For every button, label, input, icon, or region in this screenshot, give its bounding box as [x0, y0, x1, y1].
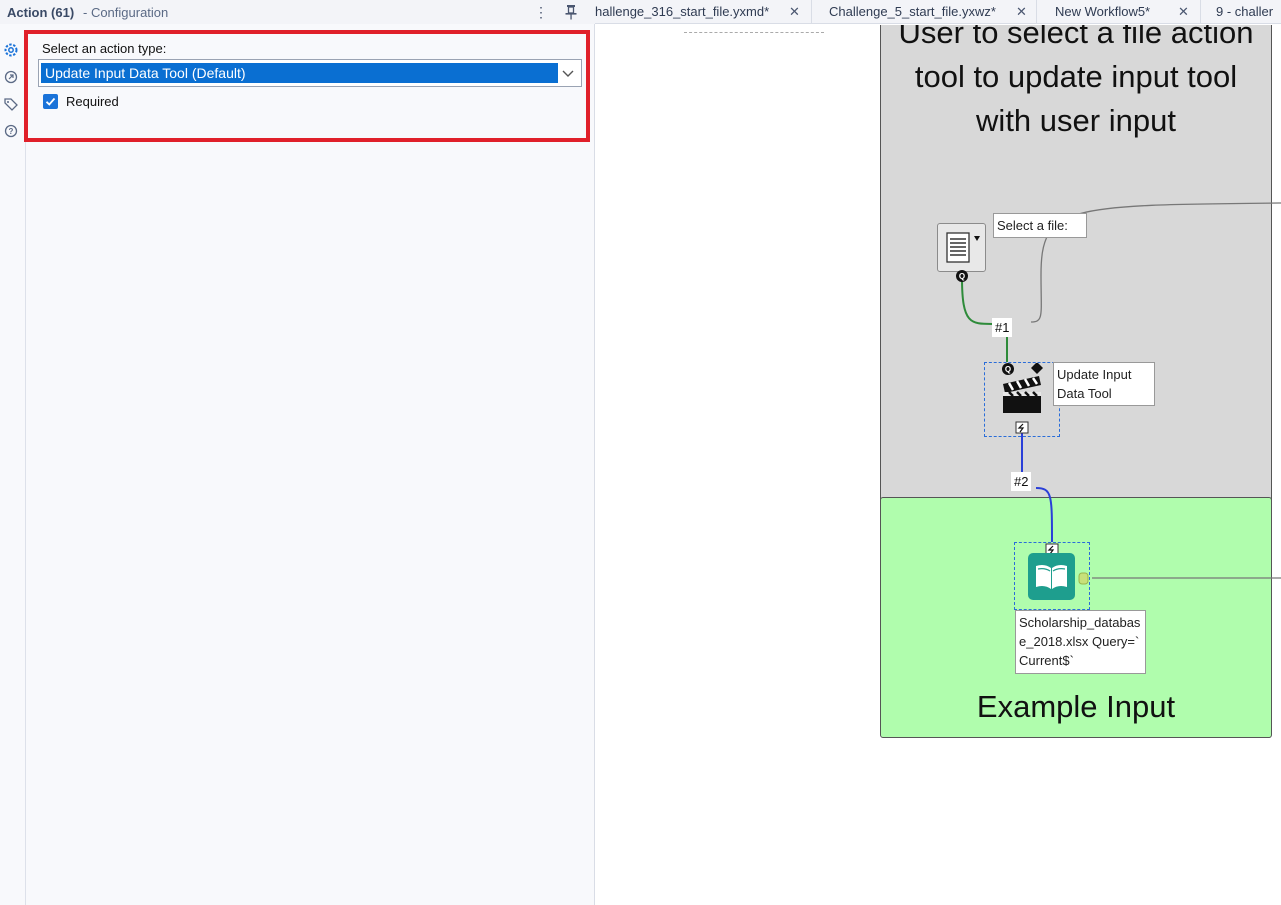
select-file-annotation: Select a file:	[993, 213, 1087, 238]
svg-text:Q: Q	[959, 272, 965, 281]
panel-title: Action (61)	[7, 5, 75, 20]
tab-label: 9 - challer	[1216, 4, 1274, 19]
open-book-icon	[1028, 553, 1075, 600]
connection-label-2: #2	[1011, 472, 1032, 491]
tab-label: Challenge_5_start_file.yxwz*	[829, 4, 996, 19]
gear-icon[interactable]	[3, 42, 19, 58]
question-anchor-icon: Q	[956, 270, 968, 282]
tab-new-workflow5[interactable]: New Workflow5* ✕	[1038, 0, 1201, 24]
tag-icon[interactable]	[3, 96, 19, 112]
vertical-dots-icon[interactable]: ⋮	[533, 2, 549, 22]
action-type-label: Select an action type:	[42, 41, 167, 56]
output-anchor-icon[interactable]	[1078, 572, 1090, 585]
action-type-select[interactable]: Update Input Data Tool (Default)	[38, 59, 582, 87]
document-list-icon	[946, 232, 980, 263]
close-icon[interactable]: ✕	[789, 0, 800, 24]
tab-challenge-9[interactable]: 9 - challer	[1202, 0, 1281, 24]
panel-header: Action (61) - Configuration ⋮	[0, 0, 595, 24]
check-icon	[45, 97, 56, 106]
configuration-panel: Action (61) - Configuration ⋮ ? Select a…	[0, 0, 595, 905]
side-icon-strip: ?	[0, 36, 26, 905]
pin-icon[interactable]	[563, 2, 579, 22]
tab-challenge-316[interactable]: hallenge_316_start_file.yxmd* ✕	[595, 0, 812, 24]
input-tool-annotation: Scholarship_database_2018.xlsx Query=`Cu…	[1015, 610, 1146, 674]
action-type-selected-value: Update Input Data Tool (Default)	[41, 63, 558, 83]
connection-icon[interactable]	[3, 69, 19, 85]
required-checkbox[interactable]	[43, 94, 58, 109]
clapperboard-icon: Q	[1002, 362, 1043, 434]
workflow-canvas[interactable]: User to select a file action tool to upd…	[596, 25, 1281, 905]
tab-challenge-5[interactable]: Challenge_5_start_file.yxwz* ✕	[813, 0, 1037, 24]
close-icon[interactable]: ✕	[1178, 0, 1189, 24]
required-label: Required	[66, 94, 119, 109]
connection-wires	[961, 202, 1281, 579]
tab-label: New Workflow5*	[1055, 4, 1151, 19]
tab-label: hallenge_316_start_file.yxmd*	[595, 4, 770, 19]
svg-text:Q: Q	[1005, 365, 1011, 374]
help-icon[interactable]: ?	[3, 123, 19, 139]
chevron-down-icon[interactable]	[559, 64, 577, 82]
update-tool-annotation: Update Input Data Tool	[1053, 362, 1155, 406]
panel-subtitle: - Configuration	[83, 5, 169, 20]
action-tool[interactable]: Q	[984, 362, 1060, 437]
connection-label-1: #1	[992, 318, 1013, 337]
close-icon[interactable]: ✕	[1016, 0, 1027, 24]
file-browse-tool[interactable]	[937, 223, 986, 272]
workflow-tab-bar: hallenge_316_start_file.yxmd* ✕ Challeng…	[595, 0, 1281, 24]
svg-text:?: ?	[9, 127, 14, 136]
